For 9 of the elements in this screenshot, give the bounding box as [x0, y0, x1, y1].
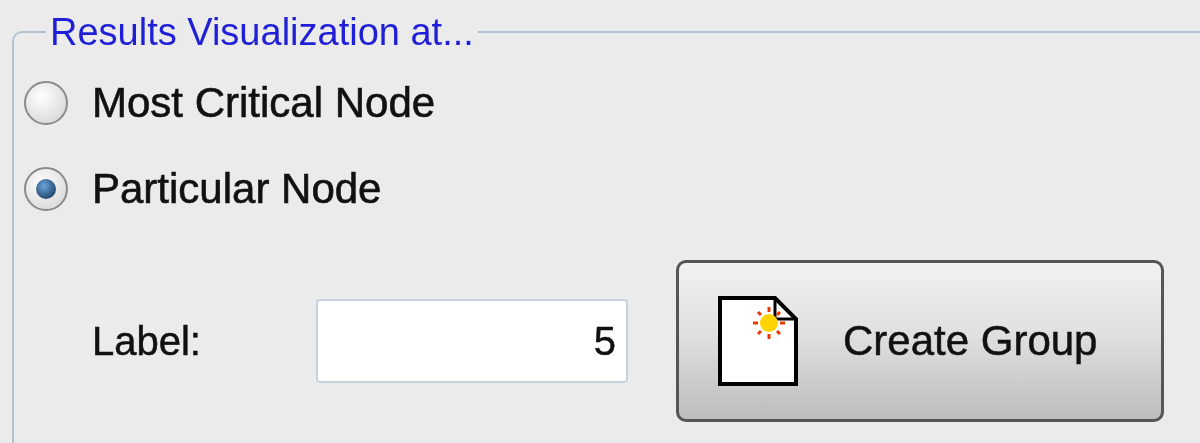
- label-input-field[interactable]: 5: [316, 299, 628, 383]
- radio-label[interactable]: Most Critical Node: [92, 79, 436, 127]
- create-group-button[interactable]: Create Group: [676, 260, 1164, 422]
- group-title: Results Visualization at...: [49, 10, 475, 54]
- radio-button[interactable]: [24, 81, 68, 125]
- radio-button[interactable]: [24, 167, 68, 211]
- field-label: Label:: [92, 318, 202, 364]
- radio-label[interactable]: Particular Node: [92, 165, 382, 213]
- new-document-icon: [717, 295, 799, 387]
